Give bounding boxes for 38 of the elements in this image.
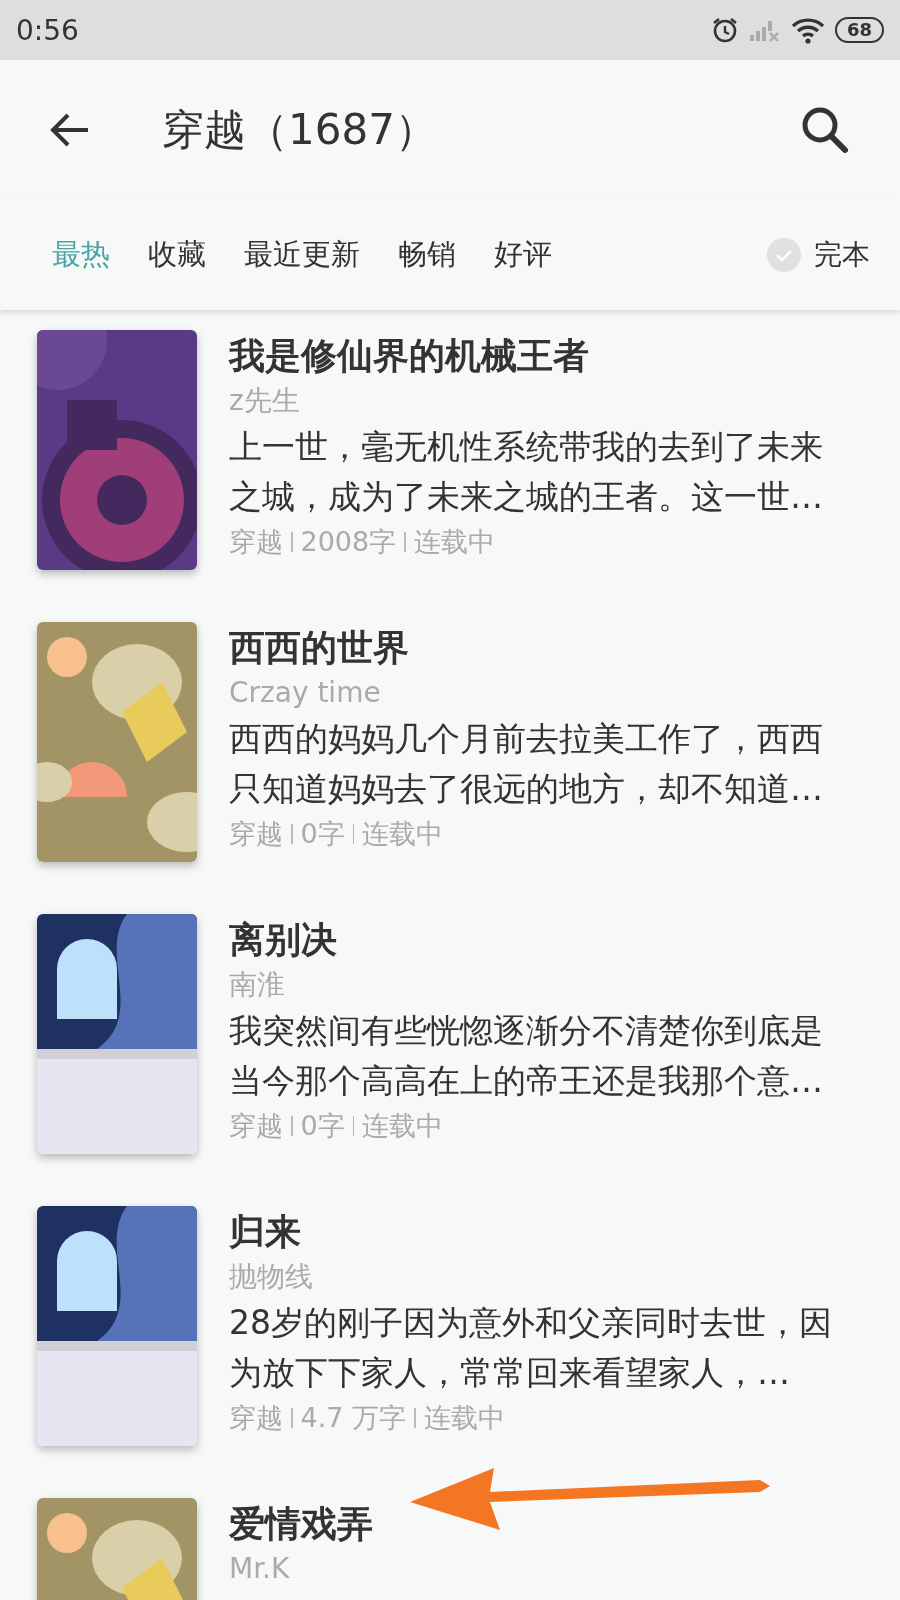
page-title: 穿越（1687） bbox=[162, 104, 438, 156]
sort-tab[interactable]: 最近更新 bbox=[230, 229, 374, 281]
book-description: 28岁的刚子因为意外和父亲同时去世，因为放下下家人，常常回来看望家人，… bbox=[229, 1302, 833, 1394]
book-description: 上一世，毫无机性系统带我的去到了未来之城，成为了未来之城的王者。这一世… bbox=[229, 426, 824, 518]
sort-tab[interactable]: 收藏 bbox=[134, 229, 220, 281]
book-author: Mr.K bbox=[229, 1551, 291, 1587]
clock-time: 0:56 bbox=[16, 13, 79, 47]
book-description: 我突然间有些恍惚逐渐分不清楚你到底是当今那个高高在上的帝王还是我那个意… bbox=[229, 1010, 824, 1102]
book-title[interactable]: 西西的世界 bbox=[229, 622, 849, 674]
finished-filter-label[interactable]: 完本 bbox=[814, 236, 870, 274]
book-tag: 2008字 bbox=[300, 522, 397, 562]
sort-tab[interactable]: 好评 bbox=[480, 229, 566, 281]
book-author: z先生 bbox=[229, 383, 301, 419]
book-title[interactable]: 离别决 bbox=[229, 914, 849, 966]
book-tag: 穿越 bbox=[229, 1106, 283, 1146]
book-author: Crzay time bbox=[229, 675, 382, 711]
book-tag: 穿越 bbox=[229, 1398, 283, 1438]
book-title[interactable]: 爱情戏弄 bbox=[229, 1498, 849, 1550]
book-author: 南淮 bbox=[229, 967, 286, 1003]
check-circle-icon[interactable] bbox=[766, 237, 802, 273]
book-tag: 穿越 bbox=[229, 522, 283, 562]
back-arrow-icon[interactable] bbox=[50, 112, 90, 148]
book-tag: 0字 bbox=[300, 814, 345, 854]
battery-level: 68 bbox=[834, 17, 884, 43]
book-tag: 连载中 bbox=[362, 814, 444, 854]
book-tag: 0字 bbox=[300, 1106, 345, 1146]
search-icon[interactable] bbox=[800, 105, 850, 155]
book-tag: 连载中 bbox=[362, 1106, 444, 1146]
book-title[interactable]: 归来 bbox=[229, 1206, 849, 1258]
book-author: 抛物线 bbox=[229, 1259, 314, 1295]
book-tag: 连载中 bbox=[413, 522, 495, 562]
sort-tab[interactable]: 畅销 bbox=[384, 229, 470, 281]
book-tag: 穿越 bbox=[229, 814, 283, 854]
book-title[interactable]: 我是修仙界的机械王者 bbox=[229, 330, 849, 382]
wifi-icon bbox=[790, 16, 825, 44]
book-tag: 4.7 万字 bbox=[300, 1398, 407, 1438]
book-description: 西西的妈妈几个月前去拉美工作了，西西只知道妈妈去了很远的地方，却不知道… bbox=[229, 718, 824, 810]
book-tag: 连载中 bbox=[423, 1398, 505, 1438]
